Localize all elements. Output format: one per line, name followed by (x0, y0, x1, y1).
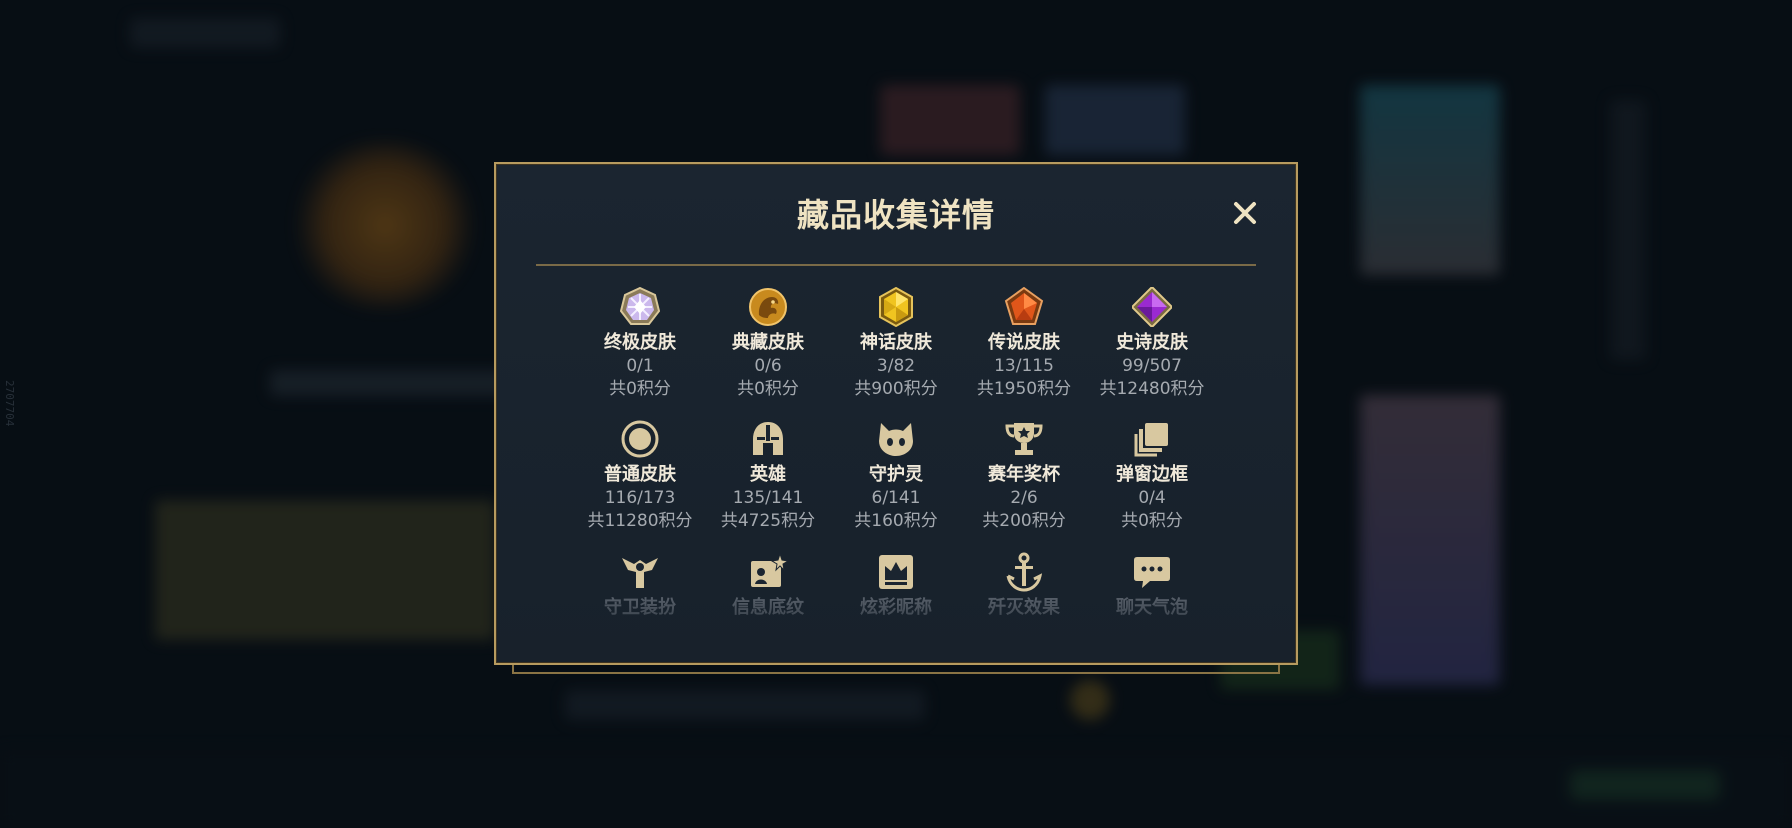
collection-item-ultimate-skin[interactable]: 终极皮肤 0/1 共0积分 (576, 287, 704, 400)
item-count: 2/6 (1010, 488, 1038, 508)
item-points: 共4725积分 (720, 511, 816, 531)
item-name: 歼灭效果 (988, 597, 1060, 618)
legendary-skin-icon (1004, 287, 1044, 325)
ultimate-skin-icon (620, 287, 660, 325)
epic-skin-icon (1132, 287, 1172, 327)
item-count: 0/6 (754, 356, 782, 376)
info-card-icon (751, 552, 788, 587)
collection-item-info-card[interactable]: 信息底纹 (704, 552, 832, 619)
collection-item-ward-skin[interactable]: 守卫装扮 (576, 552, 704, 619)
ward-skin-icon (622, 558, 658, 588)
season-trophy-icon (1005, 423, 1043, 455)
item-name: 英雄 (750, 464, 786, 485)
collection-item-finisher-effect[interactable]: 歼灭效果 (960, 552, 1088, 619)
guardian-icon (879, 423, 913, 456)
collection-item-legendary-skin[interactable]: 传说皮肤 13/115 共1950积分 (960, 287, 1088, 400)
item-points: 共12480积分 (1099, 379, 1205, 399)
item-name: 史诗皮肤 (1116, 332, 1188, 353)
collection-item-popup-frame[interactable]: 弹窗边框 0/4 共0积分 (1088, 419, 1216, 532)
finisher-effect-icon (1006, 552, 1043, 592)
item-points: 共900积分 (854, 379, 938, 399)
item-count: 13/115 (994, 356, 1054, 376)
collection-item-collection-skin[interactable]: 典藏皮肤 0/6 共0积分 (704, 287, 832, 400)
item-name: 守卫装扮 (604, 597, 676, 618)
collection-grid: 终极皮肤 0/1 共0积分 典藏皮肤 0/6 共0积分 神话皮肤 3/82 共9… (496, 164, 1296, 663)
collection-item-champion[interactable]: 英雄 135/141 共4725积分 (704, 419, 832, 532)
mythic-skin-icon (879, 287, 913, 327)
item-count: 3/82 (876, 356, 916, 376)
item-name: 守护灵 (869, 464, 923, 485)
item-points: 共160积分 (854, 511, 938, 531)
item-count: 116/173 (604, 488, 676, 508)
collection-item-colorful-nickname[interactable]: 炫彩昵称 (832, 552, 960, 619)
item-points: 共200积分 (982, 511, 1066, 531)
item-points: 共0积分 (609, 379, 671, 399)
collection-item-season-trophy[interactable]: 赛年奖杯 2/6 共200积分 (960, 419, 1088, 532)
item-name: 普通皮肤 (604, 464, 676, 485)
collection-item-mythic-skin[interactable]: 神话皮肤 3/82 共900积分 (832, 287, 960, 400)
item-name: 传说皮肤 (988, 332, 1060, 353)
item-count: 135/141 (732, 488, 804, 508)
popup-frame-icon (1134, 423, 1168, 457)
champion-helmet-icon (753, 422, 783, 455)
collection-details-dialog: 藏品收集详情 终极皮肤 0/1 共0积分 典藏皮肤 0/6 共0积分 神话皮肤 … (494, 162, 1298, 665)
normal-skin-icon (621, 420, 659, 458)
item-name: 典藏皮肤 (732, 332, 804, 353)
item-points: 共0积分 (1121, 511, 1183, 531)
item-count: 0/4 (1138, 488, 1166, 508)
item-count: 0/1 (626, 356, 654, 376)
item-count: 6/141 (871, 488, 921, 508)
item-points: 共0积分 (737, 379, 799, 399)
item-name: 弹窗边框 (1116, 464, 1188, 485)
collection-item-epic-skin[interactable]: 史诗皮肤 99/507 共12480积分 (1088, 287, 1216, 400)
item-points: 共1950积分 (976, 379, 1072, 399)
item-name: 聊天气泡 (1116, 597, 1188, 618)
collection-item-guardian[interactable]: 守护灵 6/141 共160积分 (832, 419, 960, 532)
item-name: 赛年奖杯 (988, 464, 1060, 485)
item-points: 共11280积分 (587, 511, 693, 531)
colorful-nickname-icon (879, 555, 913, 589)
chat-bubble-icon (1134, 557, 1170, 588)
item-count: 99/507 (1122, 356, 1182, 376)
item-name: 终极皮肤 (604, 332, 676, 353)
modal-bottom-edge (512, 664, 1280, 674)
collection-item-normal-skin[interactable]: 普通皮肤 116/173 共11280积分 (576, 419, 704, 532)
item-name: 信息底纹 (732, 597, 804, 618)
item-name: 神话皮肤 (860, 332, 932, 353)
collection-item-chat-bubble[interactable]: 聊天气泡 (1088, 552, 1216, 619)
collection-skin-icon (749, 288, 787, 326)
item-name: 炫彩昵称 (860, 597, 932, 618)
